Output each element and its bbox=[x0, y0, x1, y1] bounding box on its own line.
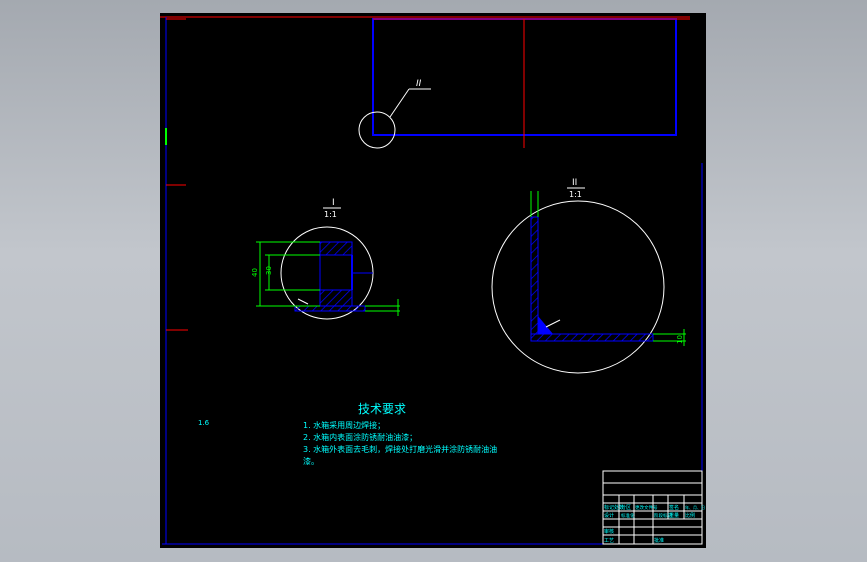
title-block-r1c2: 分区 bbox=[621, 504, 631, 511]
tech-req-item-1: 1. 水箱采用周边焊接； bbox=[303, 420, 385, 430]
detail-ii-dim-side-value: 10 bbox=[676, 335, 684, 344]
title-block-r2c1: 设计 bbox=[604, 512, 614, 519]
detail-ii-callout-circle bbox=[358, 111, 396, 149]
detail-i: I 1:1 40 30 bbox=[251, 198, 400, 320]
title-block-r1c3: 更改文件号 bbox=[635, 504, 658, 511]
tech-req-item-3: 3. 水箱外表面去毛刺，焊接处打磨光滑并涂防锈耐油油 bbox=[303, 444, 497, 454]
detail-ii-label: II bbox=[572, 178, 577, 188]
detail-ii-hatch-vertical bbox=[530, 216, 539, 335]
detail-ii-callout-label: II bbox=[416, 79, 422, 89]
title-block-r2c2: 标准化 bbox=[621, 512, 635, 519]
detail-i-dim-inner-value: 30 bbox=[265, 266, 273, 275]
detail-ii: II 1:1 10 bbox=[491, 178, 686, 374]
detail-i-dim-outer-value: 40 bbox=[251, 268, 259, 277]
title-block-r3c1: 审核 bbox=[604, 528, 614, 535]
tech-req-title: 技术要求 bbox=[358, 402, 406, 416]
tech-req-item-2: 2. 水箱内表面涂防锈耐油油漆； bbox=[303, 432, 417, 442]
detail-ii-circle bbox=[491, 200, 665, 374]
detail-ii-hatch-horizontal bbox=[530, 333, 654, 342]
left-marker-text: 1.6 bbox=[198, 419, 210, 427]
title-block-r4c2: 批准 bbox=[654, 537, 664, 544]
technical-requirements: 技术要求 1. 水箱采用周边焊接； 2. 水箱内表面涂防锈耐油油漆； 3. 水箱… bbox=[303, 402, 497, 466]
title-block-r1c5: 年、月、日 bbox=[685, 504, 705, 510]
cad-drawing: 1.6 II I 1:1 40 30 II 1:1 10 技术要求 1. 水箱采… bbox=[160, 16, 705, 545]
detail-i-scale: 1:1 bbox=[324, 210, 337, 219]
title-block-r2c4: 重量 bbox=[669, 512, 679, 519]
detail-i-leader bbox=[297, 298, 309, 305]
tech-req-item-3-cont: 漆。 bbox=[303, 456, 319, 466]
title-block-r1c4: 签名 bbox=[669, 504, 679, 511]
detail-i-hatch-bottom bbox=[319, 289, 353, 307]
detail-i-hatch-top bbox=[319, 241, 353, 256]
title-block: 标记处数 分区 更改文件号 签名 年、月、日 设计 标准化 阶段标记 重量 比例… bbox=[602, 470, 705, 545]
title-block-r2c5: 比例 bbox=[685, 512, 695, 519]
detail-ii-leader bbox=[389, 88, 410, 118]
detail-i-label: I bbox=[332, 198, 335, 208]
title-block-r4c1: 工艺 bbox=[604, 538, 614, 544]
detail-ii-scale: 1:1 bbox=[569, 190, 582, 199]
detail-ii-weld-leader bbox=[545, 319, 561, 328]
drawing-sheet: 1.6 II I 1:1 40 30 II 1:1 10 技术要求 1. 水箱采… bbox=[160, 13, 706, 548]
detail-i-hatch-plate bbox=[294, 305, 366, 312]
